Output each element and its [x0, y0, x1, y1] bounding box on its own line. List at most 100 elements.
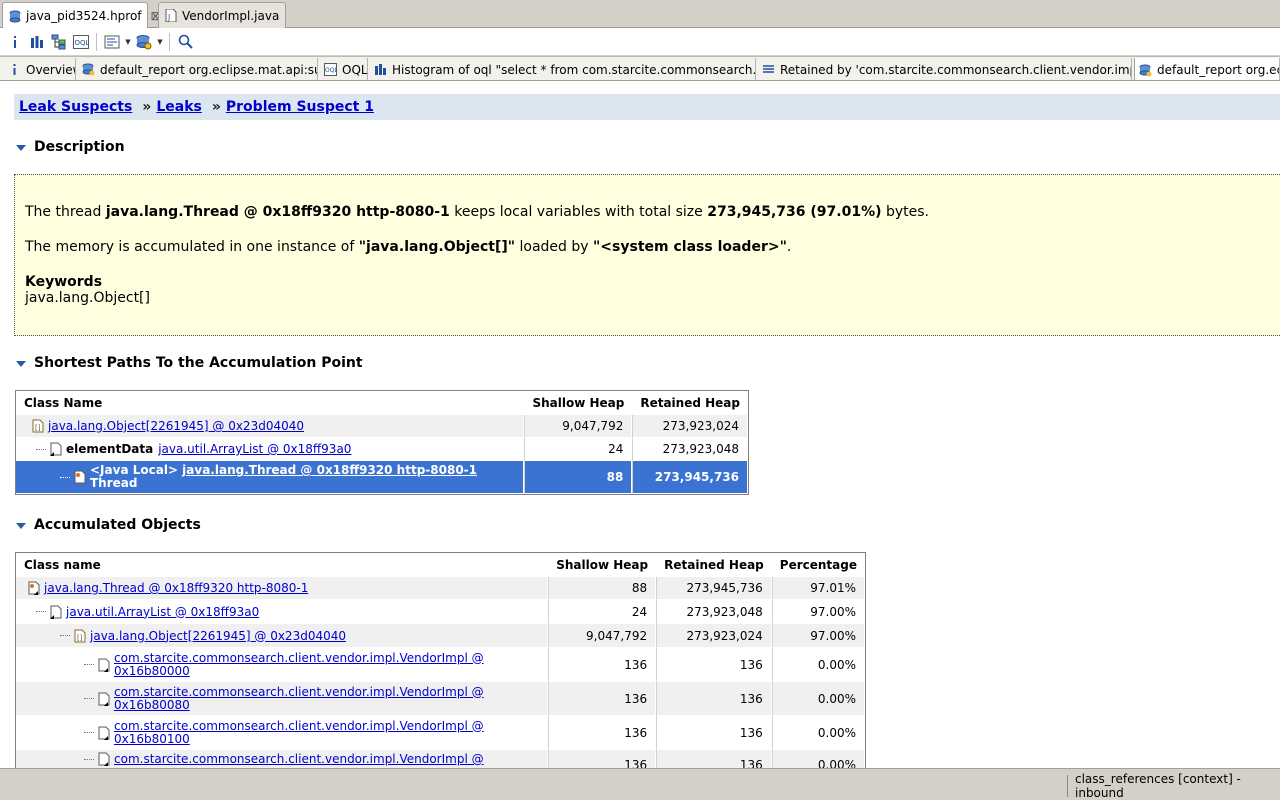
object-link-address: 0x16b80100 [114, 731, 190, 746]
keywords-label: Keywords [25, 274, 103, 290]
shallow-heap: 9,047,792 [548, 624, 657, 648]
object-link[interactable]: com.starcite.commonsearch.client.vendor.… [114, 685, 484, 712]
description-line-1: The thread java.lang.Thread @ 0x18ff9320… [25, 204, 929, 220]
histogram-button[interactable] [26, 31, 48, 53]
tab-default-report-2[interactable]: default_report org.eclipse.mat.api:suspe… [1134, 58, 1280, 80]
chevron-down-icon[interactable]: ▼ [155, 38, 165, 46]
svg-text:J: J [167, 13, 170, 22]
table-row[interactable]: com.starcite.commonsearch.client.vendor.… [16, 716, 865, 750]
column-header[interactable]: Percentage [772, 553, 865, 577]
tree-connector [84, 664, 94, 665]
object-icon [98, 752, 110, 766]
query-browser-icon [104, 35, 120, 48]
description-heading: Description [34, 139, 125, 155]
tab-label: OQL [342, 62, 368, 77]
text: bytes. [881, 204, 929, 220]
tab-label: default_report org.eclipse.mat.api:suspe… [100, 62, 317, 77]
table-row-selected[interactable]: <Java Local> java.lang.Thread @ 0x18ff93… [16, 461, 748, 494]
class-name: "java.lang.Object[]" [358, 239, 516, 255]
breadcrumb-leak-suspects[interactable]: Leak Suspects [19, 99, 132, 115]
tab-oql[interactable]: OQL OQL [320, 58, 368, 80]
editor-tab-hprof[interactable]: java_pid3524.hprof ⊠ [2, 2, 161, 29]
column-header[interactable]: Class Name [16, 391, 524, 415]
table-row[interactable]: java.util.ArrayList @ 0x18ff93a0 24 273,… [16, 600, 865, 624]
retained-heap: 273,945,736 [656, 577, 772, 600]
shortest-paths-section-toggle[interactable]: Shortest Paths To the Accumulation Point [16, 355, 363, 371]
tree-connector [84, 732, 94, 733]
retained-heap: 273,945,736 [632, 461, 748, 494]
status-text: class_references [context] -inbound [1067, 772, 1279, 800]
table-row[interactable]: java.lang.Thread @ 0x18ff9320 http-8080-… [16, 577, 865, 600]
info-icon [13, 64, 16, 75]
svg-text:[]: [] [35, 424, 41, 432]
editor-tab-vendorimpl[interactable]: J VendorImpl.java [158, 2, 286, 28]
query-browser-button[interactable] [101, 31, 123, 53]
shallow-heap: 24 [548, 600, 657, 624]
retained-heap: 136 [656, 716, 772, 750]
table-row[interactable]: elementData java.util.ArrayList @ 0x18ff… [16, 438, 748, 461]
accumulated-section-toggle[interactable]: Accumulated Objects [16, 517, 201, 533]
shallow-heap: 136 [548, 682, 657, 716]
tab-label: Retained by 'com.starcite.commonsearch.c… [780, 62, 1131, 77]
percentage: 97.00% [771, 600, 865, 624]
editor-tab-label: VendorImpl.java [182, 8, 280, 23]
dominator-tree-button[interactable] [48, 31, 70, 53]
text: The memory is accumulated in one instanc… [25, 239, 359, 255]
object-link[interactable]: java.lang.Thread @ 0x18ff9320 http-8080-… [182, 463, 477, 477]
info-button[interactable] [4, 31, 26, 53]
array-object-icon: [] [74, 629, 86, 642]
shallow-heap: 136 [548, 750, 657, 768]
column-header[interactable]: Class name [16, 553, 548, 577]
tab-histogram-oql[interactable]: Histogram of oql "select * from com.star… [370, 58, 756, 80]
chevron-down-icon[interactable]: ▼ [123, 38, 133, 46]
table-row[interactable]: com.starcite.commonsearch.client.vendor.… [16, 750, 865, 768]
tab-overview[interactable]: Overview [4, 58, 76, 80]
tab-retained-by[interactable]: Retained by 'com.starcite.commonsearch.c… [758, 58, 1132, 80]
shallow-heap: 136 [548, 716, 657, 750]
text: The thread [25, 204, 106, 220]
table-row[interactable]: [] java.lang.Object[2261945] @ 0x23d0404… [16, 415, 748, 438]
table-header: Class Name Shallow Heap Retained Heap [16, 391, 748, 415]
tree-connector [84, 698, 94, 699]
table-row[interactable]: [] java.lang.Object[2261945] @ 0x23d0404… [16, 624, 865, 648]
object-link[interactable]: java.util.ArrayList @ 0x18ff93a0 [66, 605, 259, 619]
oql-button[interactable]: OQL [70, 31, 92, 53]
object-icon [98, 692, 110, 706]
table-row[interactable]: com.starcite.commonsearch.client.vendor.… [16, 648, 865, 682]
column-header[interactable]: Retained Heap [656, 553, 772, 577]
shallow-heap: 9,047,792 [524, 415, 633, 438]
tab-default-report-1[interactable]: default_report org.eclipse.mat.api:suspe… [78, 58, 318, 80]
class-loader: "<system class loader>" [593, 239, 787, 255]
heap-dump-overview-button[interactable] [133, 31, 155, 53]
object-link[interactable]: java.util.ArrayList @ 0x18ff93a0 [158, 442, 351, 456]
object-link[interactable]: com.starcite.commonsearch.client.vendor.… [114, 718, 484, 746]
search-button[interactable] [174, 31, 196, 53]
retained-heap: 273,923,024 [632, 415, 748, 438]
column-header[interactable]: Shallow Heap [548, 553, 656, 577]
object-icon [50, 605, 62, 619]
description-section-toggle[interactable]: Description [16, 139, 125, 155]
object-link-line: com.starcite.commonsearch.client.vendor.… [114, 718, 484, 733]
table-row[interactable]: com.starcite.commonsearch.client.vendor.… [16, 682, 865, 716]
breadcrumb-separator: » [211, 99, 221, 115]
object-link[interactable]: java.lang.Object[2261945] @ 0x23d04040 [90, 629, 346, 643]
svg-text:OQL: OQL [75, 39, 90, 47]
status-bar: class_references [context] -inbound [0, 768, 1280, 800]
percentage: 0.00% [771, 682, 865, 716]
breadcrumb-leaks[interactable]: Leaks [156, 99, 202, 115]
search-icon [178, 34, 193, 49]
column-header[interactable]: Shallow Heap [524, 391, 632, 415]
object-link-line: com.starcite.commonsearch.client.vendor.… [114, 650, 484, 665]
view-tab-bar: Overview default_report org.eclipse.mat.… [0, 56, 1280, 81]
description-line-2: The memory is accumulated in one instanc… [25, 239, 791, 255]
column-header[interactable]: Retained Heap [632, 391, 748, 415]
breadcrumb-problem-suspect[interactable]: Problem Suspect 1 [226, 99, 374, 115]
object-link[interactable]: java.lang.Thread @ 0x18ff9320 http-8080-… [44, 581, 308, 595]
tree-connector [60, 476, 70, 478]
object-link[interactable]: com.starcite.commonsearch.client.vendor.… [114, 752, 484, 766]
tree-connector [84, 758, 94, 760]
java-local-label: <Java Local> [90, 463, 178, 477]
tab-label: default_report org.eclipse.mat.api:suspe… [1157, 63, 1279, 77]
object-link[interactable]: java.lang.Object[2261945] @ 0x23d04040 [48, 419, 304, 433]
object-link[interactable]: com.starcite.commonsearch.client.vendor.… [114, 650, 484, 678]
